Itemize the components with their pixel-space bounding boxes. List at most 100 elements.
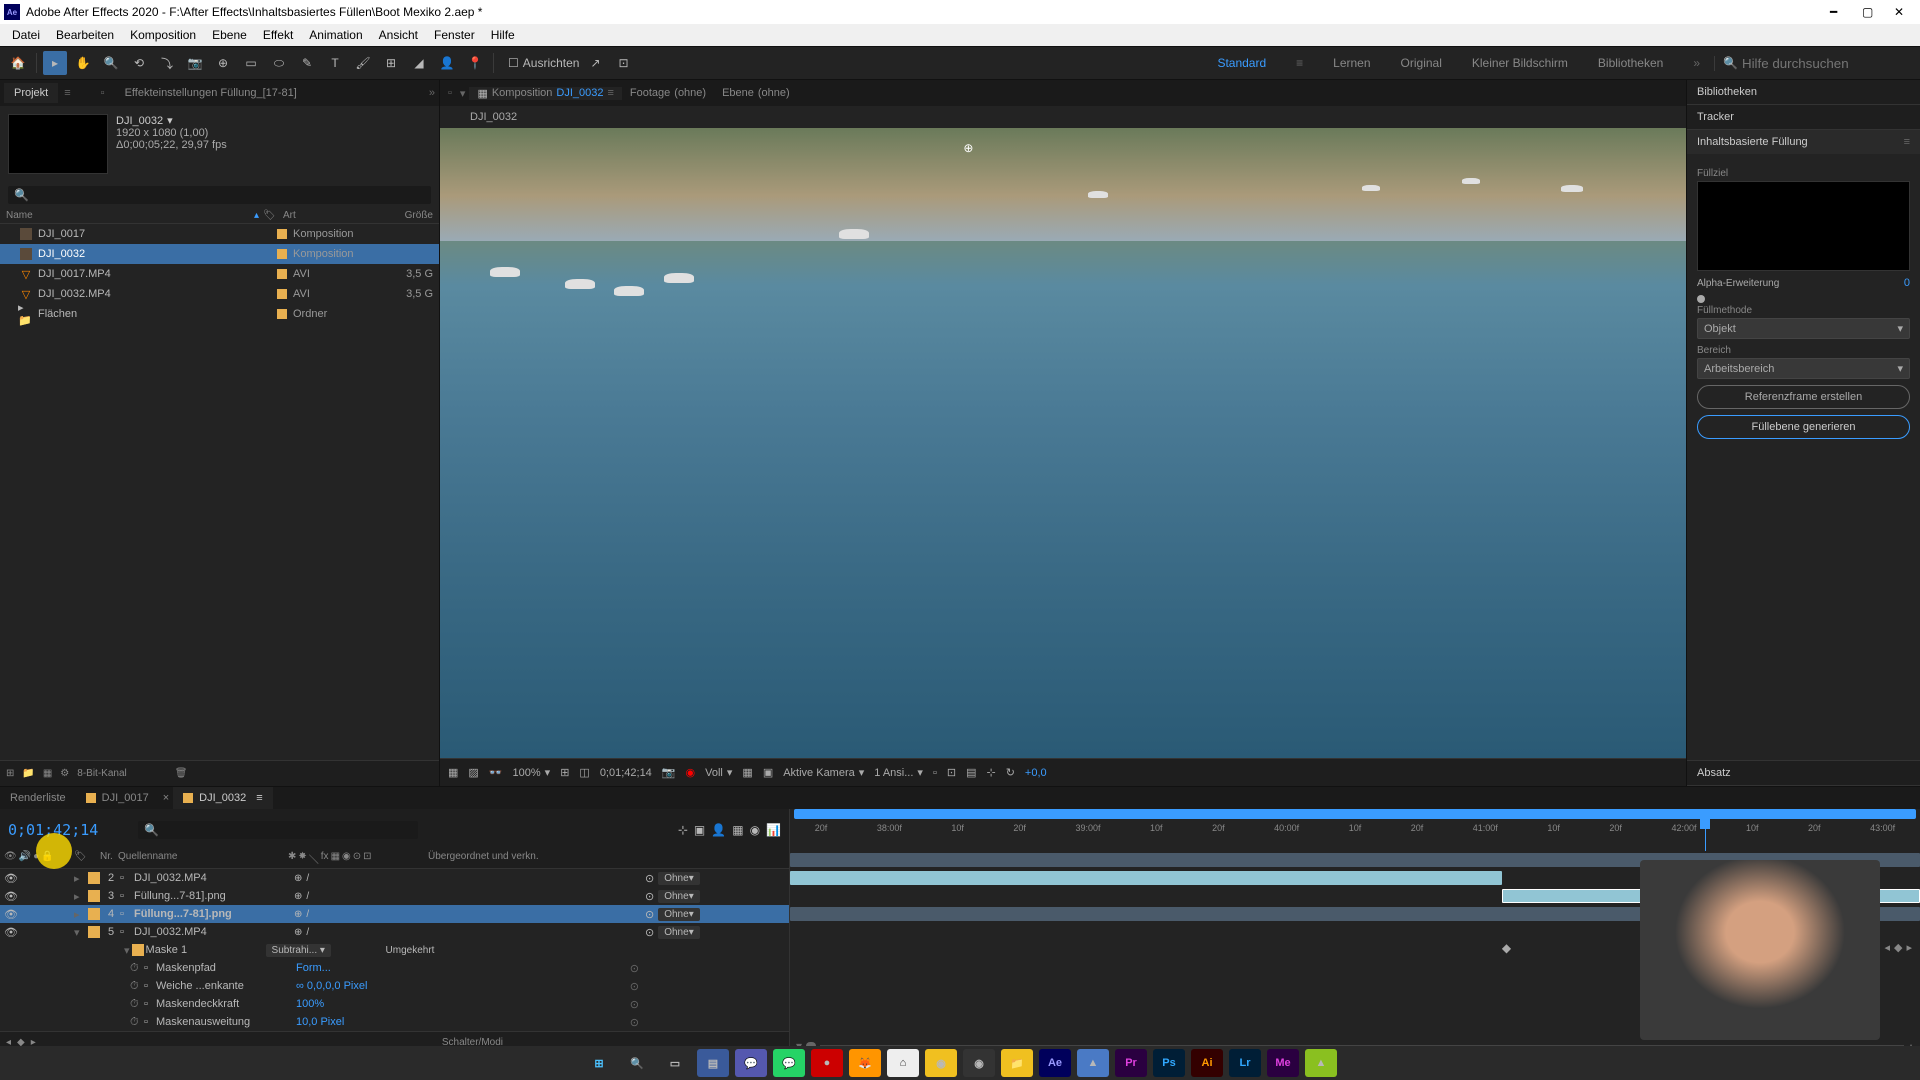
eye-column-icon[interactable]: 👁 [4,851,17,868]
firefox-button[interactable]: 🦊 [849,1049,881,1077]
col-name-header[interactable]: Name [6,210,33,221]
selection-tool[interactable]: ▸ [43,51,67,75]
menu-hilfe[interactable]: Hilfe [483,28,523,42]
task-view-button[interactable]: ▭ [659,1049,691,1077]
comp-mini-flowchart-icon[interactable]: ⊹ [678,823,688,837]
tab-close-dji0017[interactable]: × [159,787,173,809]
pen-tool[interactable]: ✎ [295,51,319,75]
zoom-dropdown[interactable]: 100%▾ [513,766,551,779]
comp-breadcrumb[interactable]: DJI_0032 [440,106,1686,128]
effect-settings-tab[interactable]: Effekteinstellungen Füllung_[17-81] [125,87,297,99]
folder-icon[interactable]: 📁 [22,768,34,779]
illustrator-button[interactable]: Ai [1191,1049,1223,1077]
project-item[interactable]: ▽DJI_0017.MP4AVI3,5 G [0,264,439,284]
mask-property[interactable]: ⏱▫MaskenpfadForm...⊙ [0,959,789,977]
col-art-header[interactable]: Art [283,210,373,221]
graph-editor-icon[interactable]: 📊 [766,823,781,837]
shy-icon[interactable]: 👤 [711,823,726,837]
home-tool[interactable]: 🏠 [6,51,30,75]
lightroom-button[interactable]: Lr [1229,1049,1261,1077]
timeline-layer[interactable]: 👁 ▸ 2 ▫ DJI_0032.MP4 ⊕/ ⊙Ohne▾ [0,869,789,887]
premiere-button[interactable]: Pr [1115,1049,1147,1077]
timeline-layer[interactable]: 👁 ▸ 4 ▫ Füllung...7-81].png ⊕/ ⊙Ohne▾ [0,905,789,923]
col-number-header[interactable]: Nr. [100,851,118,868]
composition-viewer[interactable]: ⊕ [440,128,1686,758]
mask-property[interactable]: ⏱▫Weiche ...enkante∞ 0,0,0,0 Pixel⊙ [0,977,789,995]
keyframe-diamond-icon[interactable]: ◆ [1502,941,1511,955]
help-search-input[interactable] [1742,56,1892,71]
snap-edge-tool[interactable]: ⊡ [611,51,635,75]
more-icon[interactable]: » [429,87,435,99]
interpret-icon[interactable]: ⊞ [6,768,14,779]
content-aware-fill-header[interactable]: Inhaltsbasierte Füllung ≡ [1687,130,1920,154]
col-source-header[interactable]: Quellenname [118,851,288,868]
tracker-panel-header[interactable]: Tracker [1687,105,1920,129]
sort-indicator-icon[interactable]: ▴ [254,210,259,221]
absatz-panel-header[interactable]: Absatz [1687,761,1920,785]
timeline-ruler[interactable]: 20f38:00f10f20f39:00f10f20f40:00f10f20f4… [790,809,1920,851]
lock-icon[interactable]: ▫ [101,87,105,99]
col-size-header[interactable]: Größe [373,210,433,221]
view-count-dropdown[interactable]: 1 Ansi...▾ [874,766,923,779]
app-red-button[interactable]: ● [811,1049,843,1077]
project-item[interactable]: ▽DJI_0032.MP4AVI3,5 G [0,284,439,304]
app-green-button[interactable]: ▲ [1305,1049,1337,1077]
workspace-kleiner[interactable]: Kleiner Bildschirm [1472,56,1568,70]
app-blue-button[interactable]: ▲ [1077,1049,1109,1077]
explorer-button[interactable]: ▤ [697,1049,729,1077]
fill-method-dropdown[interactable]: Objekt▾ [1697,318,1910,339]
zoom-tool[interactable]: 🔍 [99,51,123,75]
obs-button[interactable]: ◉ [963,1049,995,1077]
viewer-timecode[interactable]: 0;01;42;14 [600,767,652,779]
viewer-tab-footage[interactable]: Footage (ohne) [622,87,714,99]
files-button[interactable]: 📁 [1001,1049,1033,1077]
timeline-timecode[interactable]: 0;01;42;14 [8,821,98,839]
bibliotheken-panel-header[interactable]: Bibliotheken [1687,80,1920,104]
teams-button[interactable]: 💬 [735,1049,767,1077]
menu-ansicht[interactable]: Ansicht [371,28,426,42]
rect-tool[interactable]: ▭ [239,51,263,75]
pan-behind-tool[interactable]: ⊕ [211,51,235,75]
project-search-input[interactable]: 🔍 [8,186,431,204]
panel-menu-icon[interactable]: ≡ [64,87,70,99]
lock-icon[interactable]: ▫ [444,87,456,99]
tab-renderliste[interactable]: Renderliste [0,787,76,809]
timeline-icon[interactable]: ▤ [966,766,976,779]
trash-icon[interactable]: 🗑 [175,768,188,779]
snap-tool[interactable]: ↗ [583,51,607,75]
minimize-button[interactable]: ━ [1830,5,1844,19]
mask-icon[interactable]: 👓 [489,766,503,779]
timeline-layer[interactable]: 👁 ▸ 3 ▫ Füllung...7-81].png ⊕/ ⊙Ohne▾ [0,887,789,905]
menu-komposition[interactable]: Komposition [122,28,204,42]
project-tab[interactable]: Projekt [4,83,58,103]
puppet-tool[interactable]: 📍 [463,51,487,75]
label-column-icon[interactable]: 🏷 [74,851,100,868]
roto-tool[interactable]: 👤 [435,51,459,75]
fast-preview-icon[interactable]: ⊡ [947,766,956,779]
col-parent-header[interactable]: Übergeordnet und verkn. [428,851,785,868]
reset-exposure-icon[interactable]: ↻ [1006,766,1015,779]
alpha-expansion-value[interactable]: 0 [1904,277,1910,289]
frame-blend-icon[interactable]: ▦ [732,823,743,837]
timeline-search[interactable]: 🔍 [138,821,418,839]
after-effects-button[interactable]: Ae [1039,1049,1071,1077]
col-label-icon[interactable]: 🏷 [263,210,283,221]
timeline-layer[interactable]: 👁 ▾ 5 ▫ DJI_0032.MP4 ⊕/ ⊙Ohne▾ [0,923,789,941]
exposure-value[interactable]: +0,0 [1025,767,1047,779]
prev-kf-icon[interactable]: ◂ [1884,941,1890,954]
project-item[interactable]: DJI_0017Komposition [0,224,439,244]
media-encoder-button[interactable]: Me [1267,1049,1299,1077]
workspace-original[interactable]: Original [1401,56,1442,70]
comp-thumbnail[interactable] [8,114,108,174]
menu-effekt[interactable]: Effekt [255,28,301,42]
kf-diamond-icon[interactable]: ◆ [1894,941,1902,954]
menu-datei[interactable]: Datei [4,28,48,42]
orbit-tool[interactable]: ⟲ [127,51,151,75]
viewer-tab-composition[interactable]: ▦ Komposition DJI_0032 ≡ [469,87,621,100]
maximize-button[interactable]: ▢ [1862,5,1876,19]
workspace-standard[interactable]: Standard [1217,56,1266,70]
mask-property[interactable]: ⏱▫Maskenausweitung10,0 Pixel⊙ [0,1013,789,1031]
snapshot-icon[interactable]: 📷 [662,766,676,779]
quality-dropdown[interactable]: Voll▾ [705,766,732,779]
menu-bearbeiten[interactable]: Bearbeiten [48,28,122,42]
